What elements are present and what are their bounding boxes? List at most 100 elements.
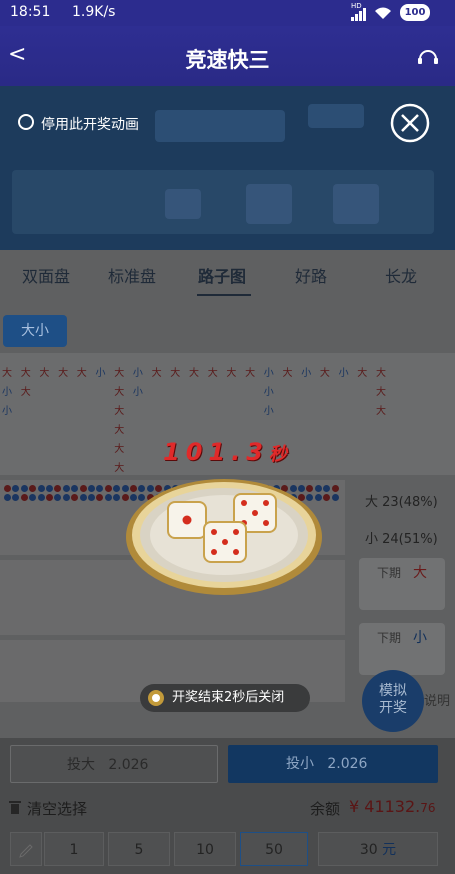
road-mark: 大 [376, 368, 386, 379]
chip-10[interactable]: 10 [174, 832, 236, 866]
next-small-label: 下期 [377, 631, 402, 645]
road-mark: 大 [376, 387, 386, 398]
balance-integer: ¥ 41132. [349, 797, 421, 816]
balance-label: 余额 [310, 800, 341, 818]
bead-dot [46, 485, 53, 492]
road-mark: 小 [132, 368, 143, 379]
bet-small-label: 投小 [286, 756, 314, 772]
road-mark: 大 [357, 368, 368, 379]
instructions-link[interactable]: 说明 [424, 690, 450, 709]
bet-big-amount: 2.026 [108, 757, 149, 773]
die-slot [165, 189, 201, 219]
road-mark: 大 [114, 368, 125, 379]
next-big-value: 大 [413, 565, 427, 581]
customer-service-icon[interactable] [416, 46, 440, 70]
bead-dot [79, 485, 87, 492]
countdown-value: 101.3 [163, 438, 269, 466]
road-mark: 大 [58, 368, 69, 379]
road-mark: 小 [338, 368, 349, 379]
chip-50[interactable]: 50 [240, 832, 308, 866]
edit-icon [19, 844, 33, 858]
auto-close-radio[interactable] [148, 690, 164, 706]
battery-indicator: 100 [400, 4, 430, 21]
filter-big-small[interactable]: 大小 [3, 315, 67, 347]
small-stat: 小 24(51%) [365, 532, 438, 547]
trash-icon[interactable] [8, 799, 22, 815]
road-mark: 小 [95, 368, 106, 379]
road-mark: 小 [132, 387, 143, 398]
next-big-card: 下期 大 [359, 558, 445, 610]
bead-dot [331, 485, 339, 492]
bead-dot [62, 485, 70, 492]
bead-dot [37, 494, 45, 501]
tab-long-dragon[interactable]: 长龙 [385, 263, 417, 287]
status-bar: 18:51 1.9K/s HD 100 [0, 0, 455, 26]
bet-big-button[interactable]: 投大 2.026 [10, 745, 218, 783]
road-mark: 小 [263, 387, 274, 398]
road-mark: 大 [282, 368, 293, 379]
tab-double-side[interactable]: 双面盘 [22, 263, 70, 287]
road-mark: 大 [20, 368, 31, 379]
custom-amount-value: 30 [359, 842, 378, 858]
nav-bar: < 竞速快三 [0, 26, 455, 86]
disable-animation-label: 停用此开奖动画 [41, 117, 139, 133]
road-mark: 小 [2, 406, 12, 417]
tab-indicator [197, 294, 251, 296]
tab-road-map[interactable]: 路子图 [198, 263, 246, 287]
road-mark: 大 [245, 368, 256, 379]
die-slot [333, 184, 379, 224]
road-mark: 大 [376, 406, 386, 417]
balance-value: ¥ 41132.76 [349, 797, 436, 816]
road-mark: 大 [114, 425, 125, 436]
next-big-label: 下期 [377, 566, 402, 580]
chip-1[interactable]: 1 [44, 832, 104, 866]
custom-amount-input[interactable]: 30 元 [318, 832, 438, 866]
road-mark: 大 [226, 368, 237, 379]
balance-decimal: 76 [420, 801, 436, 815]
simulate-draw-button[interactable]: 模拟 开奖 [362, 670, 424, 732]
tab-standard[interactable]: 标准盘 [108, 263, 156, 287]
chip-5[interactable]: 5 [108, 832, 170, 866]
tab-bar: 双面盘 标准盘 路子图 好路 长龙 [0, 250, 455, 298]
countdown-timer: 101.3秒 [163, 438, 287, 466]
bead-dot [62, 494, 70, 501]
road-mark: 大 [207, 368, 218, 379]
edit-chips-button[interactable] [10, 832, 42, 866]
wifi-icon [375, 7, 391, 19]
road-mark: 大 [114, 406, 125, 417]
countdown-unit: 秒 [268, 444, 287, 465]
bead-dot [20, 494, 28, 501]
clear-selection-button[interactable]: 清空选择 [27, 798, 87, 819]
bet-small-button[interactable]: 投小 2.026 [228, 745, 438, 783]
page-title: 竞速快三 [185, 48, 270, 72]
bead-dot [37, 485, 45, 492]
bead-dot [104, 485, 112, 492]
bead-dot [4, 494, 11, 501]
disable-animation-radio[interactable] [18, 114, 34, 130]
close-icon[interactable] [389, 102, 431, 144]
big-stat: 大 23(48%) [365, 495, 438, 510]
auto-close-notice: 开奖结束2秒后关闭 [140, 684, 310, 712]
bet-small-amount: 2.026 [327, 756, 368, 772]
road-mark: 小 [301, 368, 312, 379]
road-mark: 小 [263, 368, 274, 379]
bead-dot [88, 485, 95, 492]
bead-dot [20, 485, 28, 492]
tab-good-road[interactable]: 好路 [295, 263, 327, 287]
road-mark: 小 [263, 406, 274, 417]
custom-amount-unit: 元 [382, 842, 397, 858]
bead-dot [4, 485, 11, 492]
header-block [308, 104, 364, 128]
road-mark: 大 [151, 368, 162, 379]
signal-icon [351, 8, 366, 21]
next-small-value: 小 [413, 630, 427, 646]
road-mark: 大 [170, 368, 181, 379]
dice-plate-icon [126, 479, 322, 595]
die-slot [246, 184, 292, 224]
status-time: 18:51 [10, 4, 51, 20]
header-block [155, 110, 285, 142]
road-mark: 大 [189, 368, 199, 379]
bet-big-label: 投大 [67, 757, 95, 773]
road-mark: 大 [114, 463, 125, 474]
auto-close-text: 开奖结束2秒后关闭 [172, 690, 285, 705]
